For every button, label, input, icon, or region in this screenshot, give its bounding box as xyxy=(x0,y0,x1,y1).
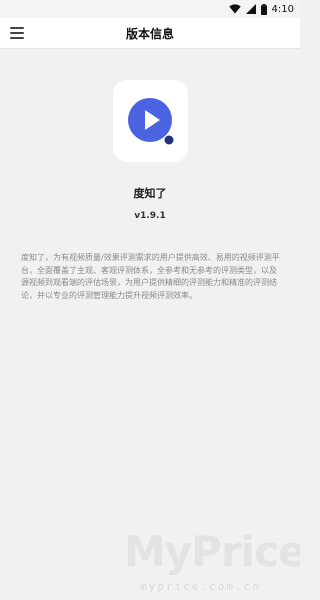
page-title: 版本信息 xyxy=(125,27,174,41)
version-info-screen: 4:10 版本信息 度知了 v1.9.1 度知了，为有视频质量/效果评测需求的用… xyxy=(0,0,300,600)
status-time: 4:10 xyxy=(271,3,294,15)
watermark: MyPrice myprice.com.cn xyxy=(0,528,300,600)
app-version: v1.9.1 xyxy=(134,211,166,221)
play-app-logo-icon xyxy=(128,98,174,145)
cellular-signal-icon xyxy=(245,4,256,14)
watermark-url: myprice.com.cn xyxy=(140,580,261,593)
status-icons: 4:10 xyxy=(228,2,294,16)
status-bar: 4:10 xyxy=(0,0,300,18)
app-name: 度知了 xyxy=(133,187,167,200)
app-bar: 版本信息 xyxy=(0,18,300,49)
watermark-logo-text: MyPrice xyxy=(124,527,300,576)
app-logo xyxy=(113,80,188,162)
battery-icon xyxy=(260,3,267,15)
app-description: 度知了，为有视频质量/效果评测需求的用户提供高效、易用的视频评测平台，全面覆盖了… xyxy=(21,253,280,300)
wifi-icon xyxy=(228,4,241,14)
